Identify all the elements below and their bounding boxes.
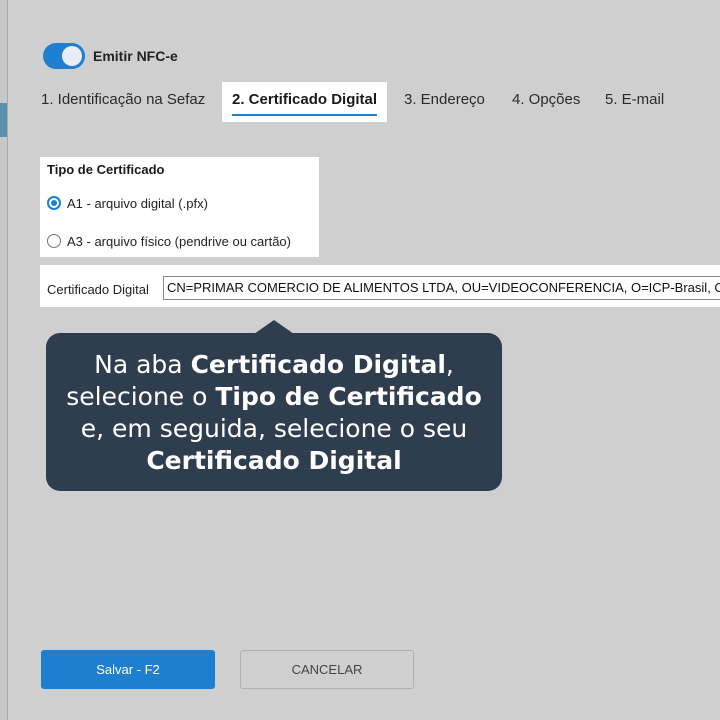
nfce-toggle[interactable]: [43, 43, 85, 69]
tooltip-arrow: [254, 320, 294, 334]
radio-a3-label: A3 - arquivo físico (pendrive ou cartão): [67, 233, 291, 249]
cert-label: Certificado Digital: [47, 282, 149, 297]
tooltip-line-4: Certificado Digital: [146, 446, 402, 475]
tab-certificado-digital[interactable]: 2. Certificado Digital: [222, 82, 388, 122]
cert-type-section: Tipo de Certificado A1 - arquivo digital…: [40, 157, 319, 257]
instruction-tooltip: Na aba Certificado Digital, selecione o …: [46, 333, 502, 491]
active-tab-underline: [232, 114, 378, 116]
tab-opcoes[interactable]: 4. Opções: [512, 82, 580, 122]
radio-a1-label: A1 - arquivo digital (.pfx): [67, 195, 208, 211]
nfce-toggle-label: Emitir NFC-e: [93, 48, 178, 64]
tooltip-line-3: e, em seguida, selecione o seu: [80, 414, 468, 443]
tab-label: 2. Certificado Digital: [232, 91, 378, 108]
tab-identificacao[interactable]: 1. Identificação na Sefaz: [41, 82, 205, 122]
cert-section: Certificado Digital CN=PRIMAR COMERCIO D…: [40, 265, 720, 307]
radio-option-a3[interactable]: A3 - arquivo físico (pendrive ou cartão): [47, 231, 291, 251]
tooltip-line-2: selecione o Tipo de Certificado: [66, 382, 482, 411]
tab-bar: 1. Identificação na Sefaz 2. Certificado…: [0, 82, 720, 122]
save-button[interactable]: Salvar - F2: [41, 650, 215, 689]
tooltip-line-1: Na aba Certificado Digital,: [94, 350, 454, 379]
cert-select[interactable]: CN=PRIMAR COMERCIO DE ALIMENTOS LTDA, OU…: [163, 276, 720, 300]
radio-option-a1[interactable]: A1 - arquivo digital (.pfx): [47, 193, 208, 213]
radio-a3[interactable]: [47, 234, 61, 248]
toggle-knob: [62, 46, 82, 66]
cert-type-title: Tipo de Certificado: [47, 162, 165, 177]
tab-email[interactable]: 5. E-mail: [605, 82, 664, 122]
radio-a1[interactable]: [47, 196, 61, 210]
cancel-button[interactable]: CANCELAR: [240, 650, 414, 689]
tab-endereco[interactable]: 3. Endereço: [404, 82, 485, 122]
